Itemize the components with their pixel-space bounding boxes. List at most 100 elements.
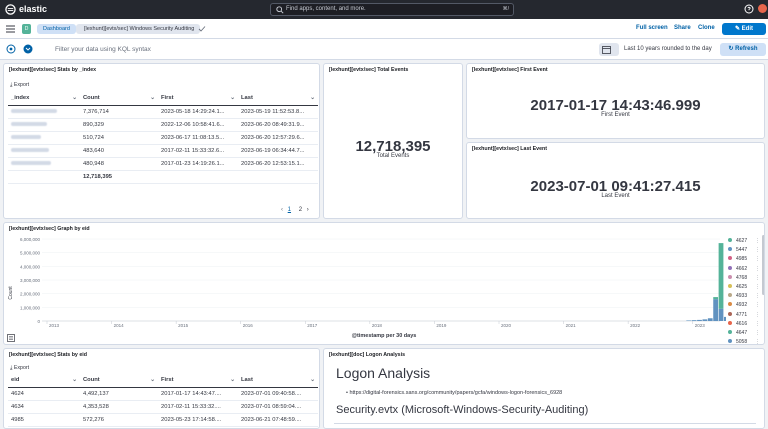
y-tick-label: 3,000,000 — [20, 278, 41, 283]
cell-first: 2023-05-18 14:29:24.1... — [158, 105, 238, 119]
legend-label: 4616 — [736, 320, 748, 327]
more-options-icon[interactable]: ⋮ — [755, 339, 760, 344]
y-tick-label: 5,000,000 — [20, 251, 41, 256]
full-screen-button[interactable]: Full screen — [636, 25, 668, 31]
more-options-icon[interactable]: ⋮ — [755, 302, 760, 308]
table-header-row: _index ⌄ Count ⌄ First ⌄ Last ⌄ — [8, 92, 318, 106]
cell-last: 2023-07-01 09:40:58.... — [238, 387, 318, 401]
panel-logon-analysis: [lexhunt][doc] Logon Analysis Logon Anal… — [323, 348, 765, 429]
search-shortcut: ⌘/ — [502, 6, 509, 12]
cell-eid: 4624 — [8, 387, 80, 401]
cell-count: 510,724 — [80, 131, 158, 145]
space-badge[interactable]: D — [22, 24, 31, 34]
table-row: 890,329 2022-12-06 10:58:41.6... 2023-06-2… — [8, 118, 318, 132]
legend-item[interactable]: 4662 ⋮ — [728, 265, 762, 275]
column-header[interactable]: Count ⌄ — [80, 374, 158, 388]
user-avatar[interactable] — [758, 4, 767, 13]
elastic-logo-icon[interactable] — [5, 4, 16, 15]
eid-stats-table: eid ⌄ Count ⌄ First ⌄ Last ⌄ 4624 4,492,1… — [8, 374, 318, 427]
doc-subheading: Security.evtx (Microsoft-Windows-Securit… — [336, 404, 589, 416]
date-picker-button[interactable] — [599, 43, 619, 56]
bar-5447 — [686, 320, 692, 321]
cell-first: 2017-01-23 14:19:26.1... — [158, 157, 238, 171]
redacted-index — [8, 144, 80, 158]
more-options-icon[interactable]: ⋮ — [755, 266, 760, 272]
panel-stats-by-eid: [lexhunt][evtx/sec] Stats by eid ⤓ Expor… — [3, 348, 320, 429]
chart-legend: 4627 ⋮ 5447 ⋮ 4985 ⋮ 4662 ⋮ 4768 ⋮ 4625 ⋮ 4933 ⋮ 4932 ⋮… — [728, 238, 762, 344]
saved-query-icon[interactable] — [6, 44, 16, 54]
legend-item[interactable]: 4771 ⋮ — [728, 311, 762, 321]
doc-reference-link[interactable]: • https://digital-forensics.sans.org/com… — [346, 390, 562, 396]
first-event-label: First Event — [601, 112, 630, 118]
column-header[interactable]: Last ⌄ — [238, 92, 318, 106]
legend-item[interactable]: 4768 ⋮ — [728, 274, 762, 284]
y-axis-label: Count — [8, 286, 14, 300]
more-options-icon[interactable]: ⋮ — [755, 238, 760, 244]
legend-label: 4933 — [736, 293, 748, 300]
legend-toggle-icon[interactable] — [7, 334, 15, 342]
more-options-icon[interactable]: ⋮ — [755, 330, 760, 336]
export-button[interactable]: ⤓ Export — [10, 82, 29, 89]
x-tick-label: 2022 — [630, 323, 641, 328]
x-tick-label: 2021 — [566, 323, 577, 328]
kql-query-input[interactable]: Filter your data using KQL syntax — [41, 43, 594, 56]
x-tick-label: 2020 — [501, 323, 512, 328]
breadcrumb-dashboard[interactable]: Dashboard — [37, 24, 76, 34]
filter-options-icon[interactable] — [23, 44, 33, 54]
refresh-button[interactable]: ↻ Refresh — [720, 43, 766, 56]
time-range-label[interactable]: Last 10 years rounded to the day — [624, 46, 712, 52]
panel-graph-by-eid: [lexhunt][evtx/sec] Graph by eid Count @… — [3, 222, 765, 345]
column-header[interactable]: Last ⌄ — [238, 374, 318, 388]
chevron-left-icon[interactable]: ‹ — [281, 207, 285, 213]
clone-button[interactable]: Clone — [698, 25, 715, 31]
global-search-input[interactable]: Find apps, content, and more. ⌘/ — [270, 3, 514, 16]
menu-icon[interactable] — [6, 25, 15, 33]
search-placeholder: Find apps, content, and more. — [286, 6, 366, 12]
page-1-button[interactable]: 1 — [288, 207, 291, 213]
export-label: Export — [13, 365, 30, 371]
more-options-icon[interactable]: ⋮ — [755, 275, 760, 281]
legend-item[interactable]: 4933 ⋮ — [728, 293, 762, 302]
legend-scrollbar[interactable] — [762, 235, 764, 295]
search-icon — [276, 6, 284, 14]
share-button[interactable]: Share — [674, 25, 691, 31]
legend-item[interactable]: 5058 ⋮ — [728, 339, 762, 344]
panel-first-event: [lexhunt][evtx/sec] First Event 2017-01-… — [466, 63, 765, 139]
more-options-icon[interactable]: ⋮ — [755, 312, 760, 318]
legend-label: 4647 — [736, 329, 748, 336]
legend-item[interactable]: 4985 ⋮ — [728, 256, 762, 265]
page-2-button[interactable]: 2 — [299, 207, 302, 213]
legend-item[interactable]: 4647 ⋮ — [728, 329, 762, 339]
more-options-icon[interactable]: ⋮ — [755, 321, 760, 327]
legend-label: 4625 — [736, 283, 748, 290]
panel-title: [lexhunt][doc] Logon Analysis — [329, 352, 406, 358]
panel-title: [lexhunt][evtx/sec] First Event — [472, 67, 548, 73]
cell-first: 2017-02-11 15:33:32.... — [158, 400, 238, 414]
cell-count: 890,329 — [80, 118, 158, 132]
more-options-icon[interactable]: ⋮ — [755, 256, 760, 262]
legend-label: 5447 — [736, 247, 748, 254]
column-header[interactable]: eid ⌄ — [8, 374, 80, 388]
cell-count: 4,492,137 — [80, 387, 158, 401]
x-tick-label: 2014 — [114, 323, 125, 328]
legend-item[interactable]: 4616 ⋮ — [728, 320, 762, 330]
cell-count: 7,376,714 — [80, 105, 158, 119]
bar-5447 — [718, 308, 724, 321]
edit-button[interactable]: ✎ Edit — [722, 23, 766, 35]
x-tick-label: 2023 — [695, 323, 706, 328]
column-header[interactable]: Count ⌄ — [80, 92, 158, 106]
help-icon[interactable] — [744, 4, 754, 14]
chevron-right-icon[interactable]: › — [307, 207, 309, 213]
legend-item[interactable]: 4625 ⋮ — [728, 283, 762, 293]
more-options-icon[interactable]: ⋮ — [755, 247, 760, 253]
more-options-icon[interactable]: ⋮ — [755, 293, 760, 299]
legend-item[interactable]: 5447 ⋮ — [728, 247, 762, 256]
export-button[interactable]: ⤓ Export — [10, 365, 29, 372]
legend-color-dot — [728, 238, 732, 242]
column-header[interactable]: _index ⌄ — [8, 92, 80, 106]
more-options-icon[interactable]: ⋮ — [755, 284, 760, 290]
column-header[interactable]: First ⌄ — [158, 92, 238, 106]
legend-item[interactable]: 4932 ⋮ — [728, 302, 762, 311]
legend-item[interactable]: 4627 ⋮ — [728, 238, 762, 247]
column-header[interactable]: First ⌄ — [158, 374, 238, 388]
